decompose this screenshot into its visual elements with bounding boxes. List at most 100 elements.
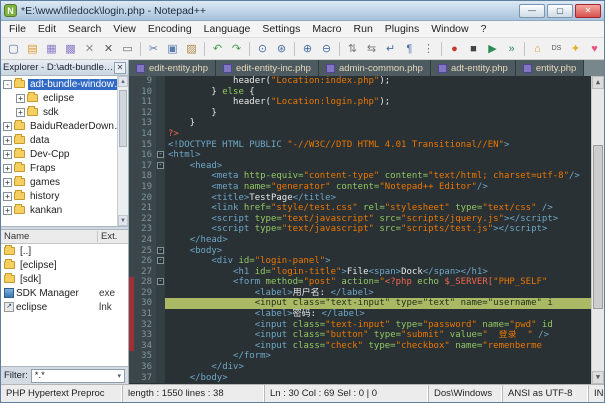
line-number[interactable]: 33 [134, 330, 156, 341]
expand-icon[interactable]: + [3, 178, 12, 187]
expand-icon[interactable]: + [3, 136, 12, 145]
line-number[interactable]: 23 [134, 224, 156, 235]
fold-margin[interactable] [156, 108, 165, 119]
line-number[interactable]: 34 [134, 341, 156, 352]
fold-margin[interactable]: - [156, 161, 165, 172]
code-line[interactable]: 11 header("Location:login.php"); [129, 97, 591, 108]
line-number[interactable]: 28 [134, 277, 156, 288]
code-line[interactable]: 14?> [129, 129, 591, 140]
line-number[interactable]: 10 [134, 87, 156, 98]
column-header-name[interactable]: Name [1, 231, 98, 242]
menu-item-plugins[interactable]: Plugins [379, 22, 425, 36]
filter-input[interactable]: *.* ▾ [31, 369, 125, 383]
sync-horizontal-icon[interactable]: ⇆ [363, 40, 380, 57]
fold-marker-icon[interactable]: - [157, 151, 164, 158]
expand-icon[interactable]: + [3, 206, 12, 215]
line-number[interactable]: 17 [134, 161, 156, 172]
fold-margin[interactable]: - [156, 246, 165, 257]
expand-icon[interactable]: + [16, 108, 25, 117]
scrollbar-thumb[interactable] [593, 145, 603, 309]
line-number[interactable]: 36 [134, 362, 156, 373]
fold-margin[interactable] [156, 288, 165, 299]
fold-margin[interactable]: - [156, 256, 165, 267]
tree-item[interactable]: -adt-bundle-windows-x86_64-201 [1, 77, 128, 91]
fold-margin[interactable] [156, 362, 165, 373]
menu-item-help[interactable]: ? [475, 22, 493, 36]
menu-item-macro[interactable]: Macro [306, 22, 347, 36]
print-icon[interactable]: ▭ [119, 40, 136, 57]
line-number[interactable]: 16 [134, 150, 156, 161]
code-line[interactable]: 16-<html> [129, 150, 591, 161]
expand-icon[interactable]: + [3, 164, 12, 173]
fold-marker-icon[interactable]: - [157, 162, 164, 169]
copy-icon[interactable]: ▣ [164, 40, 181, 57]
line-number[interactable]: 14 [134, 129, 156, 140]
open-file-icon[interactable]: ▤ [24, 40, 41, 57]
status-eol-format[interactable]: Dos\Windows [429, 385, 503, 402]
code-line[interactable]: 26- <div id="login-panel"> [129, 256, 591, 267]
fold-margin[interactable] [156, 330, 165, 341]
doc-tab[interactable]: edit-entity-inc.php [216, 60, 319, 76]
close-all-icon[interactable]: ✕ [100, 40, 117, 57]
code-line[interactable]: 30 <input class="text-input" type="text"… [129, 298, 591, 309]
code-line[interactable]: 17- <head> [129, 161, 591, 172]
code-line[interactable]: 22 <script type="text/javascript" src="s… [129, 214, 591, 225]
doc-tab[interactable]: edit-entity.php [129, 60, 216, 76]
redo-icon[interactable]: ↷ [228, 40, 245, 57]
line-number[interactable]: 19 [134, 182, 156, 193]
scroll-down-arrow[interactable]: ▼ [118, 215, 128, 226]
scrollbar-thumb[interactable] [119, 90, 127, 148]
line-number[interactable]: 25 [134, 246, 156, 257]
line-number[interactable]: 11 [134, 97, 156, 108]
find-icon[interactable]: ⊙ [254, 40, 271, 57]
menu-item-search[interactable]: Search [62, 22, 107, 36]
menu-item-settings[interactable]: Settings [256, 22, 306, 36]
fold-margin[interactable] [156, 235, 165, 246]
code-line[interactable]: 32 <input class="text-input" type="passw… [129, 320, 591, 331]
line-number[interactable]: 9 [134, 76, 156, 87]
line-number[interactable]: 30 [134, 298, 156, 309]
code-line[interactable]: 28- <form method="post" action="<?php ec… [129, 277, 591, 288]
line-number[interactable]: 27 [134, 267, 156, 278]
code-line[interactable]: 15<!DOCTYPE HTML PUBLIC "-//W3C//DTD HTM… [129, 140, 591, 151]
zoom-out-icon[interactable]: ⊖ [318, 40, 335, 57]
play-macro-icon[interactable]: ▶ [484, 40, 501, 57]
save-all-icon[interactable]: ▩ [62, 40, 79, 57]
record-macro-icon[interactable]: ● [446, 40, 463, 57]
lightbulb-icon[interactable]: ✦ [567, 40, 584, 57]
line-number[interactable]: 37 [134, 373, 156, 384]
scroll-up-arrow[interactable]: ▲ [592, 76, 604, 89]
menu-item-edit[interactable]: Edit [32, 22, 62, 36]
code-line[interactable]: 27 <h1 id="login-title">File<span>Dock</… [129, 267, 591, 278]
code-line[interactable]: 10 } else { [129, 87, 591, 98]
code-area[interactable]: ▲ ▼ 9 header("Location:index.php");10 } … [129, 76, 604, 384]
expand-icon[interactable]: + [16, 94, 25, 103]
close-panel-button[interactable]: ✕ [114, 62, 126, 74]
code-line[interactable]: 35 </form> [129, 351, 591, 362]
code-line[interactable]: 33 <input class="button" type="submit" v… [129, 330, 591, 341]
fold-margin[interactable] [156, 203, 165, 214]
fold-margin[interactable] [156, 140, 165, 151]
tree-item[interactable]: +data [1, 133, 128, 147]
fold-margin[interactable] [156, 87, 165, 98]
column-header-ext[interactable]: Ext. [98, 231, 128, 242]
fold-margin[interactable] [156, 341, 165, 352]
scrollbar-track[interactable] [118, 87, 128, 215]
explorer-plugin-icon[interactable]: ⌂ [529, 40, 546, 57]
fold-marker-icon[interactable]: - [157, 257, 164, 264]
menu-item-run[interactable]: Run [348, 22, 379, 36]
tree-item[interactable]: +kankan [1, 203, 128, 217]
code-line[interactable]: 12 } [129, 108, 591, 119]
line-number[interactable]: 13 [134, 118, 156, 129]
scrollbar-track[interactable] [592, 89, 604, 371]
code-line[interactable]: 34 <input class="check" type="checkbox" … [129, 341, 591, 352]
fold-margin[interactable] [156, 76, 165, 87]
fold-margin[interactable] [156, 193, 165, 204]
line-number[interactable]: 18 [134, 171, 156, 182]
stop-macro-icon[interactable]: ■ [465, 40, 482, 57]
code-line[interactable]: 21 <link href="style/test.css" rel="styl… [129, 203, 591, 214]
collapse-icon[interactable]: - [3, 80, 12, 89]
maximize-button[interactable]: ▢ [547, 4, 573, 18]
scroll-up-arrow[interactable]: ▲ [118, 76, 128, 87]
file-row[interactable]: [eclipse] [1, 258, 128, 272]
